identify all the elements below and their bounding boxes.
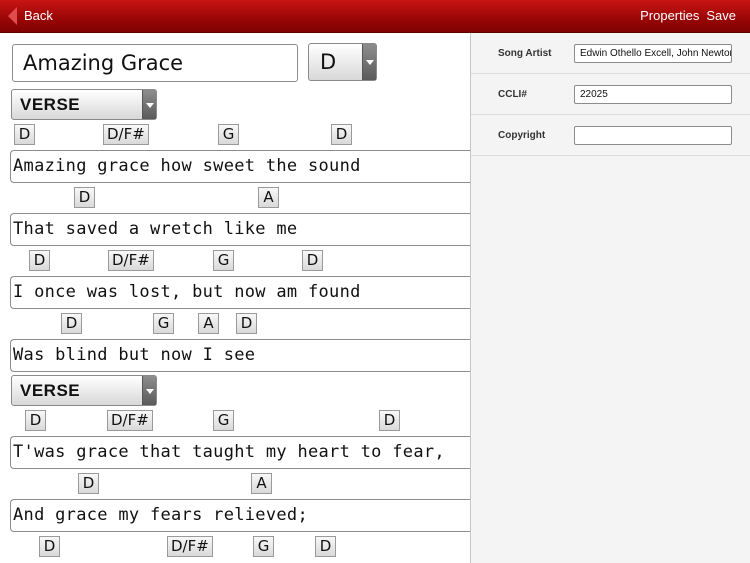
chord-chip[interactable]: D: [331, 124, 352, 145]
chord-chip[interactable]: G: [213, 250, 234, 271]
lyric-line[interactable]: That saved a wretch like me: [10, 213, 470, 246]
top-navigation-bar: Back Properties Save: [0, 0, 750, 33]
chord-chip[interactable]: A: [251, 473, 272, 494]
section-type-value: VERSE: [20, 95, 81, 114]
properties-button[interactable]: Properties: [640, 5, 699, 27]
save-button[interactable]: Save: [706, 5, 736, 27]
chord-chip[interactable]: D: [379, 410, 400, 431]
properties-panel: Song Artist Edwin Othello Excell, John N…: [470, 33, 750, 563]
dropdown-arrow-icon: [142, 376, 156, 405]
lyric-line[interactable]: And grace my fears relieved;: [10, 499, 470, 532]
ccli-field[interactable]: 22025: [574, 85, 732, 104]
chord-chip[interactable]: G: [253, 536, 274, 557]
chord-chip[interactable]: D: [302, 250, 323, 271]
song-title-input[interactable]: Amazing Grace: [12, 44, 298, 82]
copyright-field[interactable]: [574, 126, 732, 145]
back-chevron-icon: [8, 7, 17, 25]
section-type-select[interactable]: VERSE: [11, 375, 157, 406]
chord-chip[interactable]: A: [258, 187, 279, 208]
song-artist-row: Song Artist Edwin Othello Excell, John N…: [471, 33, 750, 74]
chord-chip[interactable]: D: [236, 313, 257, 334]
chord-chip[interactable]: D: [29, 250, 50, 271]
chord-chip[interactable]: D/F#: [103, 124, 149, 145]
lyric-line[interactable]: T'was grace that taught my heart to fear…: [10, 436, 470, 469]
ccli-row: CCLI# 22025: [471, 74, 750, 115]
lyric-line[interactable]: Amazing grace how sweet the sound: [10, 150, 470, 183]
chord-chip[interactable]: D/F#: [167, 536, 213, 557]
top-bar-actions: Properties Save: [640, 5, 736, 27]
chord-chip[interactable]: D/F#: [108, 250, 154, 271]
dropdown-arrow-icon: [362, 44, 376, 80]
back-button[interactable]: Back: [4, 5, 61, 27]
chord-chip[interactable]: G: [153, 313, 174, 334]
chord-chip[interactable]: D: [315, 536, 336, 557]
key-select[interactable]: D: [308, 43, 377, 81]
chord-chip[interactable]: G: [213, 410, 234, 431]
section-type-value: VERSE: [20, 381, 81, 400]
back-button-label: Back: [24, 8, 53, 23]
chord-chip[interactable]: D: [14, 124, 35, 145]
ccli-label: CCLI#: [498, 89, 527, 100]
chord-chip[interactable]: D: [39, 536, 60, 557]
chord-chip[interactable]: D/F#: [107, 410, 153, 431]
copyright-label: Copyright: [498, 130, 546, 141]
lyric-line[interactable]: Was blind but now I see: [10, 339, 470, 372]
chord-chip[interactable]: D: [78, 473, 99, 494]
song-artist-field[interactable]: Edwin Othello Excell, John Newton: [574, 44, 732, 63]
chord-chip[interactable]: D: [61, 313, 82, 334]
section-type-select[interactable]: VERSE: [11, 89, 157, 120]
song-artist-label: Song Artist: [498, 48, 552, 59]
dropdown-arrow-icon: [142, 90, 156, 119]
song-editor: Amazing Grace D VERSE D D/F# G D Amazing…: [0, 33, 470, 563]
copyright-row: Copyright: [471, 115, 750, 156]
lyric-line[interactable]: I once was lost, but now am found: [10, 276, 470, 309]
chord-chip[interactable]: G: [218, 124, 239, 145]
chord-chip[interactable]: D: [25, 410, 46, 431]
chord-chip[interactable]: D: [74, 187, 95, 208]
chord-chip[interactable]: A: [198, 313, 219, 334]
